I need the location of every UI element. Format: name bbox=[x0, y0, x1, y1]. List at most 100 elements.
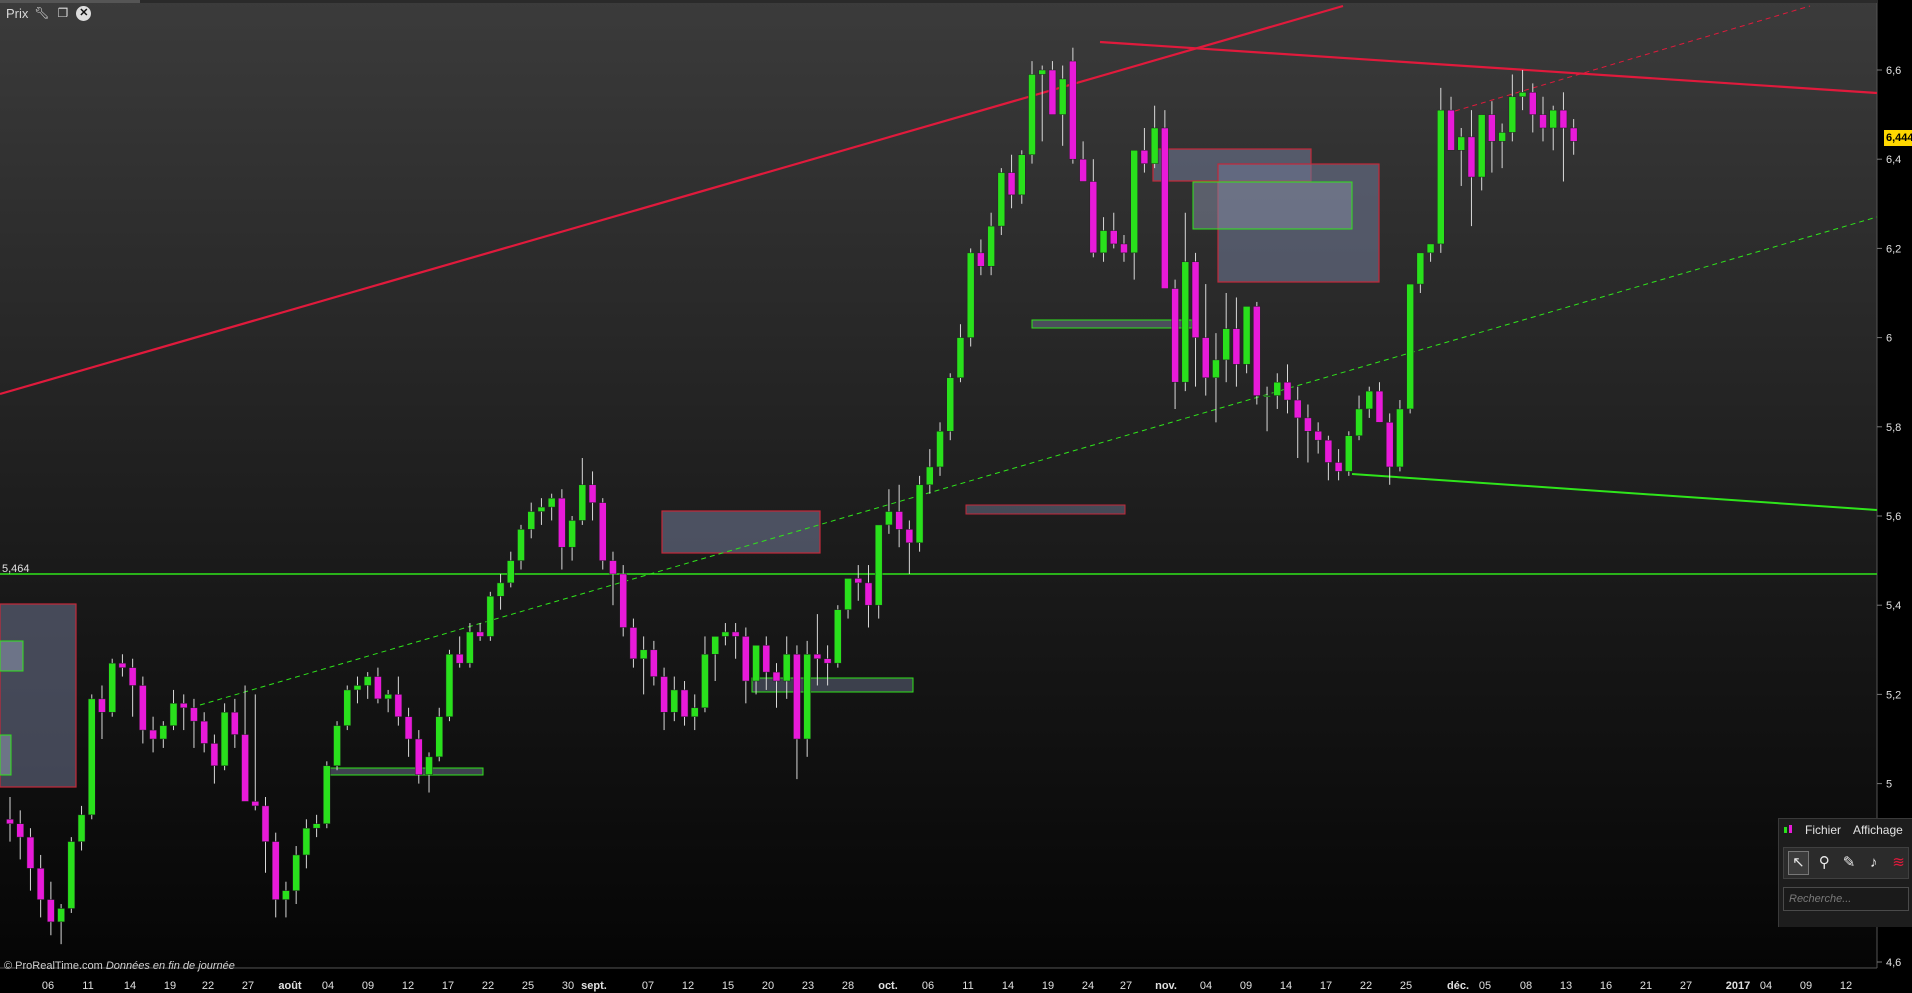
candle-bearish bbox=[1304, 417, 1312, 432]
candle-bullish bbox=[169, 703, 178, 726]
candle-bullish bbox=[88, 698, 96, 816]
candle-bullish bbox=[1457, 136, 1465, 151]
chart-tab[interactable]: Prix 🔧︎ ❐ ✕ bbox=[0, 0, 97, 26]
candle-bullish bbox=[466, 631, 474, 664]
restore-icon[interactable]: ❐ bbox=[55, 6, 70, 21]
x-tick-label: 30 bbox=[562, 980, 574, 992]
candle-bullish bbox=[1099, 230, 1108, 254]
close-icon[interactable]: ✕ bbox=[76, 5, 92, 21]
candle-bearish bbox=[793, 654, 801, 740]
candle-bullish bbox=[1508, 96, 1517, 133]
menu-file[interactable]: Fichier bbox=[1805, 823, 1841, 837]
toolbox-search-input[interactable]: Recherche... bbox=[1783, 887, 1909, 911]
candle-bearish bbox=[731, 631, 740, 637]
candle-bullish bbox=[57, 908, 65, 923]
x-tick-label: 12 bbox=[1840, 980, 1852, 992]
candle-bullish bbox=[108, 662, 116, 713]
candle-bearish bbox=[864, 582, 873, 606]
candle-bearish bbox=[1314, 431, 1322, 441]
candle-bullish bbox=[1028, 74, 1036, 155]
candle-bullish bbox=[752, 645, 760, 682]
candle-bearish bbox=[813, 654, 822, 659]
y-tick-label: 6,6 bbox=[1886, 65, 1901, 77]
candle-bullish bbox=[639, 649, 648, 659]
candle-bearish bbox=[16, 823, 24, 838]
x-tick-label: 06 bbox=[42, 980, 54, 992]
candle-bearish bbox=[98, 698, 106, 713]
x-tick-label: 04 bbox=[322, 980, 334, 992]
candle-bullish bbox=[1396, 408, 1404, 468]
zone-box bbox=[1192, 181, 1353, 230]
candle-bullish bbox=[507, 560, 515, 584]
bell-icon[interactable]: ♪ bbox=[1864, 852, 1883, 874]
x-tick-label: 19 bbox=[164, 980, 176, 992]
candle-bullish bbox=[782, 654, 791, 682]
candle-bullish bbox=[1355, 408, 1363, 436]
candle-bullish bbox=[568, 520, 576, 548]
candle-bullish bbox=[1130, 150, 1138, 254]
candle-bullish bbox=[496, 582, 505, 597]
candle-bullish bbox=[1058, 78, 1067, 115]
toolbox-menu: Fichier Affichage bbox=[1779, 819, 1912, 841]
candle-bearish bbox=[1569, 127, 1578, 142]
candle-bearish bbox=[1048, 69, 1057, 115]
zone-box bbox=[965, 504, 1126, 515]
indicator-icon[interactable]: ≋ bbox=[1889, 852, 1908, 874]
candle-bearish bbox=[629, 627, 638, 659]
candle-bearish bbox=[1385, 422, 1394, 468]
pencil-icon[interactable]: ✎ bbox=[1840, 852, 1859, 874]
candle-bullish bbox=[956, 337, 965, 378]
candle-bullish bbox=[1263, 395, 1271, 398]
candle-bearish bbox=[977, 252, 985, 267]
candle-bearish bbox=[854, 578, 863, 584]
candle-bullish bbox=[1426, 243, 1435, 254]
horizontal-line-label: 5,464 bbox=[2, 563, 30, 575]
candle-bullish bbox=[312, 823, 321, 829]
x-tick-label: 25 bbox=[522, 980, 534, 992]
menu-view[interactable]: Affichage bbox=[1853, 823, 1903, 837]
candle-bullish bbox=[353, 685, 362, 691]
x-tick-label: 09 bbox=[362, 980, 374, 992]
x-tick-label: déc. bbox=[1447, 980, 1469, 992]
candle-bullish bbox=[1150, 127, 1159, 164]
candle-bullish bbox=[159, 725, 168, 740]
candle-bullish bbox=[874, 524, 883, 606]
candle-bearish bbox=[1120, 243, 1128, 254]
candle-bullish bbox=[547, 497, 556, 508]
candle-bearish bbox=[6, 819, 14, 824]
drawing-toolbox[interactable]: Fichier Affichage ↖ ⚲ ✎ ♪ ≋ Recherche... bbox=[1778, 818, 1912, 927]
last-price-tag: 6,444 bbox=[1884, 130, 1912, 146]
candle-bearish bbox=[1007, 172, 1016, 196]
candle-bearish bbox=[149, 729, 157, 740]
candle-bullish bbox=[1222, 328, 1230, 361]
candle-bearish bbox=[476, 631, 484, 637]
x-tick-label: 05 bbox=[1479, 980, 1491, 992]
price-chart[interactable]: 6,66,46,265,85,65,45,254,84,6 0611141922… bbox=[0, 0, 1912, 993]
candle-bullish bbox=[987, 225, 995, 267]
y-tick-label: 5,6 bbox=[1886, 511, 1901, 523]
candle-bearish bbox=[118, 662, 127, 668]
y-tick-label: 5,2 bbox=[1886, 689, 1901, 701]
candle-bullish bbox=[915, 484, 924, 544]
x-tick-label: nov. bbox=[1155, 980, 1177, 992]
x-tick-label: 22 bbox=[482, 980, 494, 992]
copyright-text: © ProRealTime.com bbox=[4, 960, 103, 972]
candle-bearish bbox=[1559, 109, 1568, 129]
plot-background bbox=[0, 0, 1877, 968]
wrench-icon[interactable]: 🔧︎ bbox=[34, 6, 49, 21]
x-tick-label: 04 bbox=[1200, 980, 1212, 992]
candle-bearish bbox=[1201, 337, 1210, 378]
candle-bearish bbox=[1110, 230, 1118, 245]
zoom-icon[interactable]: ⚲ bbox=[1815, 852, 1834, 874]
y-tick-label: 4,6 bbox=[1886, 957, 1901, 969]
cursor-icon[interactable]: ↖ bbox=[1788, 851, 1809, 875]
candle-bearish bbox=[1488, 114, 1496, 142]
candle-bullish bbox=[323, 765, 331, 824]
candle-bullish bbox=[1437, 109, 1445, 245]
x-tick-label: 12 bbox=[402, 980, 414, 992]
candle-bullish bbox=[834, 609, 842, 664]
candle-bearish bbox=[1375, 390, 1384, 423]
candle-bearish bbox=[179, 703, 188, 709]
y-tick-label: 6,2 bbox=[1886, 243, 1901, 255]
candle-bullish bbox=[527, 511, 535, 530]
